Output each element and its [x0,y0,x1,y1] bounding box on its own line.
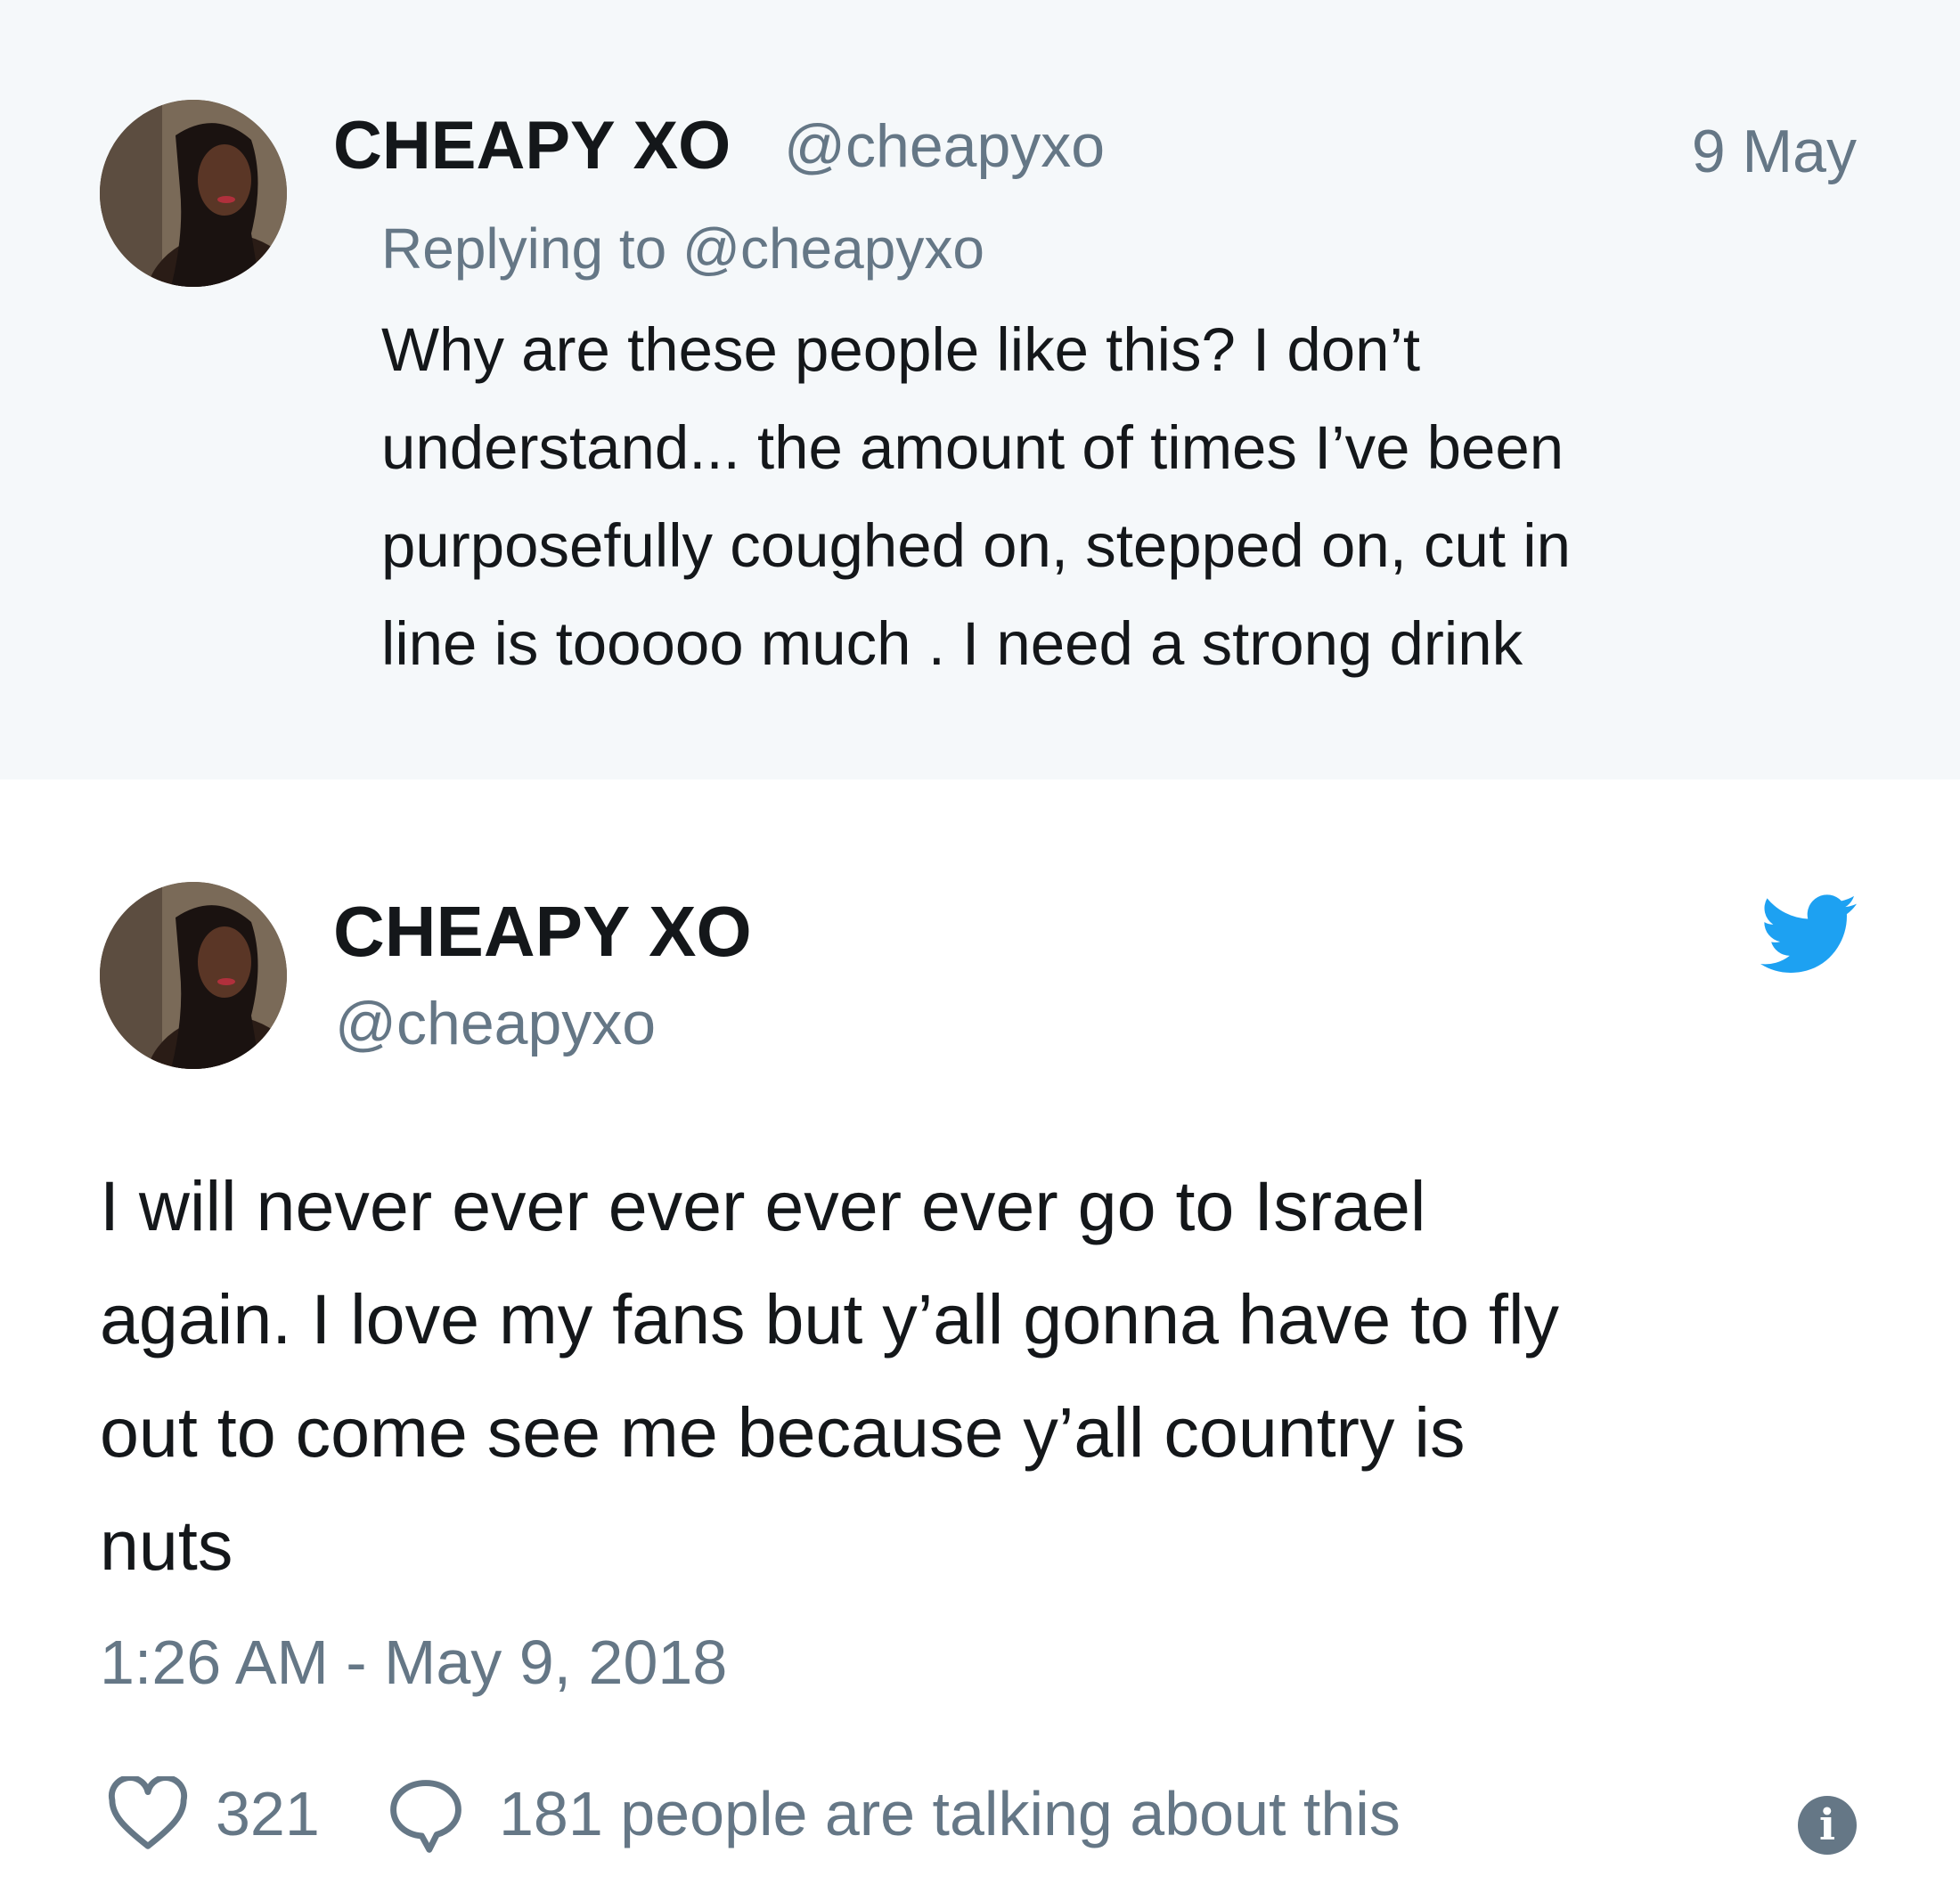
reply-tweet[interactable]: CHEAPY XO @cheapyxo 9 May Replying to @c… [0,0,1960,779]
tweet-text: I will never ever ever ever ever go to I… [100,1149,1882,1602]
tweet-text-line: I will never ever ever ever ever go to I… [100,1166,1426,1245]
user-handle[interactable]: @cheapyxo [784,105,1105,187]
tweet-text-line: Why are these people like this? I don’t [381,315,1420,384]
avatar[interactable] [100,882,287,1069]
tweet-text-line: out to come see me because y’all country… [100,1392,1466,1472]
replying-to: Replying to @cheapyxo [381,210,984,287]
display-name[interactable]: CHEAPY XO [333,889,752,975]
tweet-date[interactable]: 9 May [1692,110,1857,192]
user-handle[interactable]: @cheapyxo [335,983,656,1064]
tweet-timestamp[interactable]: 1:26 AM - May 9, 2018 [100,1620,727,1705]
conversation-count[interactable]: 181 people are talking about this [499,1771,1401,1856]
tweet-text-line: understand... the amount of times I’ve b… [381,413,1564,482]
speech-bubble-icon[interactable] [385,1775,467,1856]
replying-prefix: Replying to [381,216,667,281]
tweet-text-line: purposefully coughed on, stepped on, cut… [381,511,1571,580]
display-name[interactable]: CHEAPY XO [333,105,731,187]
like-count[interactable]: 321 [216,1771,320,1856]
tweet-actions: 321 181 people are talking about this i [100,1766,1882,1864]
avatar[interactable] [100,100,287,287]
info-icon[interactable]: i [1798,1796,1857,1855]
tweet-text-line: again. I love my fans but y’all gonna ha… [100,1279,1560,1358]
tweet-text-line: line is tooooo much . I need a strong dr… [381,609,1523,678]
heart-icon[interactable] [107,1776,189,1851]
avatar-image [100,100,287,287]
tweet-text-line: nuts [100,1505,233,1585]
tweet-text: Why are these people like this? I don’t … [381,301,1896,693]
avatar-image [100,882,287,1069]
mention-link[interactable]: @cheapyxo [682,216,984,281]
tweet-embed: CHEAPY XO @cheapyxo 9 May Replying to @c… [0,0,1960,1901]
twitter-bird-icon[interactable] [1760,894,1857,975]
